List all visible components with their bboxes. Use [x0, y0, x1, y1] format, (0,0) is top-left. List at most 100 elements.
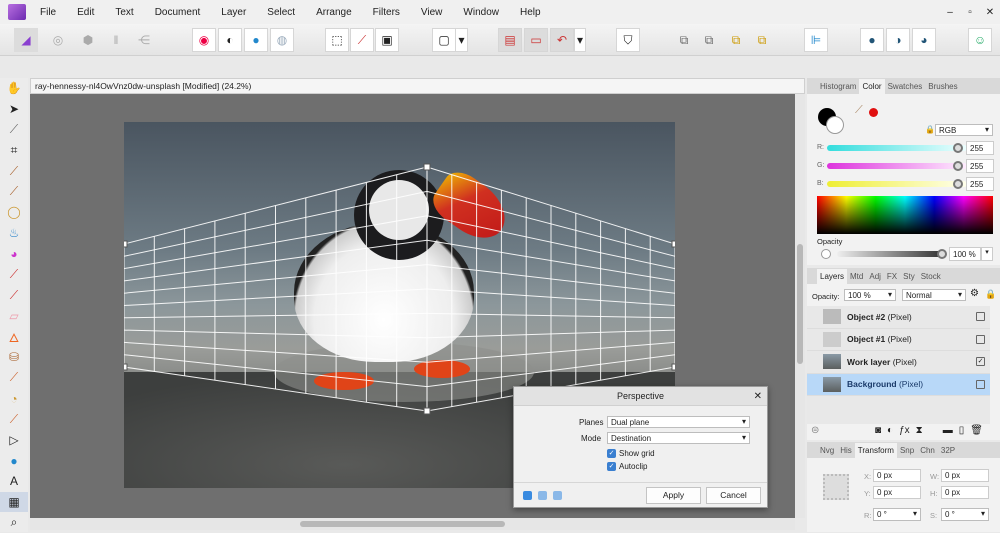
color-picker-tool-icon[interactable]: ⟋ [0, 119, 28, 140]
vertical-scrollbar[interactable] [795, 94, 805, 518]
opacity-value[interactable]: 100 % [949, 247, 981, 261]
deselect-icon[interactable]: ⟋ [350, 28, 374, 52]
quick-mask-dropdown[interactable]: ▾ [456, 28, 468, 52]
develop-persona-icon[interactable]: ⬢ [76, 28, 100, 52]
x-field[interactable]: 0 px [873, 469, 921, 482]
menu-view[interactable]: View [421, 7, 443, 18]
menu-window[interactable]: Window [463, 7, 499, 18]
grid-handle[interactable] [423, 163, 431, 171]
blue-slider-knob[interactable] [953, 179, 963, 189]
assistant-icon[interactable]: ▭ [524, 28, 548, 52]
tone-mapping-persona-icon[interactable]: ‖ [104, 28, 128, 52]
menu-file[interactable]: File [40, 7, 56, 18]
tab-fx[interactable]: FX [884, 269, 900, 284]
history-dropdown[interactable]: ▾ [574, 28, 586, 52]
green-value[interactable]: 255 [966, 159, 994, 173]
color-replacement-icon[interactable]: ⟋ [0, 285, 28, 306]
lock-icon[interactable]: 🔒 [925, 125, 935, 134]
gradient-tool-icon[interactable]: ◕ [0, 244, 28, 265]
blend-mode-select[interactable]: Normal [902, 289, 966, 301]
auto-contrast-icon[interactable]: ◐ [218, 28, 242, 52]
user-account-icon[interactable]: ☺ [968, 28, 992, 52]
marquee-tool-icon[interactable]: ◯ [0, 202, 28, 223]
destination-mode-icon[interactable] [538, 491, 547, 500]
flood-select-icon[interactable]: ⟋ [0, 181, 28, 202]
red-slider[interactable] [827, 145, 967, 151]
flood-fill-icon[interactable]: ♨ [0, 223, 28, 244]
healing-brush-icon[interactable]: ⟋ [0, 368, 28, 389]
layer-row[interactable]: Object #2 (Pixel) [807, 306, 990, 329]
horizontal-scrollbar[interactable] [30, 518, 795, 530]
tab-32p[interactable]: 32P [938, 443, 958, 458]
opacity-slider-knob[interactable] [937, 249, 947, 259]
opacity-slider[interactable] [837, 251, 943, 257]
w-field[interactable]: 0 px [941, 469, 989, 482]
tab-history[interactable]: His [837, 443, 855, 458]
blur-brush-icon[interactable]: ◔ [0, 388, 28, 409]
layer-settings-gear-icon[interactable]: ⚙ [970, 288, 979, 299]
menu-document[interactable]: Document [155, 7, 201, 18]
refine-icon[interactable]: ▤ [498, 28, 522, 52]
boolean-add-icon[interactable]: ● [860, 28, 884, 52]
add-layer-icon[interactable]: ▯ [959, 425, 965, 436]
mode-select[interactable]: Destination [607, 432, 750, 444]
boolean-subtract-icon[interactable]: ◑ [886, 28, 910, 52]
quick-mask-icon[interactable]: ▢ [432, 28, 456, 52]
grid-handle[interactable] [671, 363, 675, 371]
source-mode-icon[interactable] [523, 491, 532, 500]
layer-visibility-checkbox[interactable] [976, 334, 985, 344]
green-slider-knob[interactable] [953, 161, 963, 171]
tab-color[interactable]: Color [859, 78, 885, 94]
move-to-back-icon[interactable]: ⧉ [750, 28, 774, 52]
liquify-persona-icon[interactable]: ◎ [46, 28, 70, 52]
auto-colors-icon[interactable]: ● [244, 28, 268, 52]
boolean-intersect-icon[interactable]: ◕ [912, 28, 936, 52]
color-spectrum[interactable] [817, 196, 993, 234]
auto-levels-icon[interactable]: ◉ [192, 28, 216, 52]
align-icon[interactable]: ⊫ [804, 28, 828, 52]
select-all-icon[interactable]: ⬚ [325, 28, 349, 52]
lock-layer-icon[interactable]: 🔒 [985, 289, 996, 300]
mask-icon[interactable]: ⛉ [616, 28, 640, 52]
color-model-select[interactable]: RGB [935, 124, 993, 136]
tab-histogram[interactable]: Histogram [817, 79, 859, 94]
layer-row-selected[interactable]: Background (Pixel) [807, 373, 990, 396]
burn-tool-icon[interactable]: 🜂 [0, 326, 28, 347]
shape-tool-icon[interactable]: ● [0, 450, 28, 471]
zoom-tool-icon[interactable]: ⌕ [0, 512, 28, 533]
planes-select[interactable]: Dual plane [607, 416, 750, 428]
opacity-dropdown[interactable]: ▾ [981, 247, 993, 261]
red-slider-knob[interactable] [953, 143, 963, 153]
hand-tool-icon[interactable]: ✋ [0, 78, 28, 99]
pen-tool-icon[interactable]: ▷ [0, 430, 28, 451]
tab-snapping[interactable]: Snp [897, 443, 917, 458]
auto-white-balance-icon[interactable]: ◍ [270, 28, 294, 52]
close-window-button[interactable]: ✕ [980, 7, 1000, 18]
tab-layers[interactable]: Layers [817, 268, 848, 284]
eyedropper-icon[interactable]: ⟋ [855, 104, 863, 117]
live-filter-icon[interactable]: ⧗ [916, 425, 923, 436]
mesh-warp-tool-icon[interactable]: ▦ [0, 491, 28, 513]
y-field[interactable]: 0 px [873, 486, 921, 499]
tab-stock[interactable]: Stock [918, 269, 944, 284]
mask-layer-icon[interactable]: ◙ [875, 425, 881, 436]
split-mode-icon[interactable] [553, 491, 562, 500]
maximize-button[interactable]: ▫ [960, 7, 980, 18]
adjustment-icon[interactable]: ◐ [887, 425, 893, 436]
grid-handle[interactable] [124, 363, 128, 371]
grid-handle[interactable] [124, 240, 128, 248]
export-persona-icon[interactable]: ⋲ [132, 28, 156, 52]
undo-icon[interactable]: ↶ [550, 28, 574, 52]
invert-selection-icon[interactable]: ▣ [375, 28, 399, 52]
blue-value[interactable]: 255 [966, 177, 994, 191]
minimize-button[interactable]: – [940, 7, 960, 18]
rotation-field[interactable]: 0 ° [873, 508, 921, 521]
layer-row[interactable]: Work layer (Pixel) ✓ [807, 351, 990, 374]
tab-transform[interactable]: Transform [854, 442, 897, 458]
clone-tool-icon[interactable]: ⛁ [0, 347, 28, 368]
delete-layer-icon[interactable]: 🗑 [970, 425, 983, 436]
dialog-close-button[interactable]: ✕ [754, 387, 762, 406]
autoclip-checkbox[interactable]: ✓ [607, 462, 616, 471]
tab-swatches[interactable]: Swatches [885, 79, 926, 94]
tab-channels[interactable]: Chn [917, 443, 938, 458]
